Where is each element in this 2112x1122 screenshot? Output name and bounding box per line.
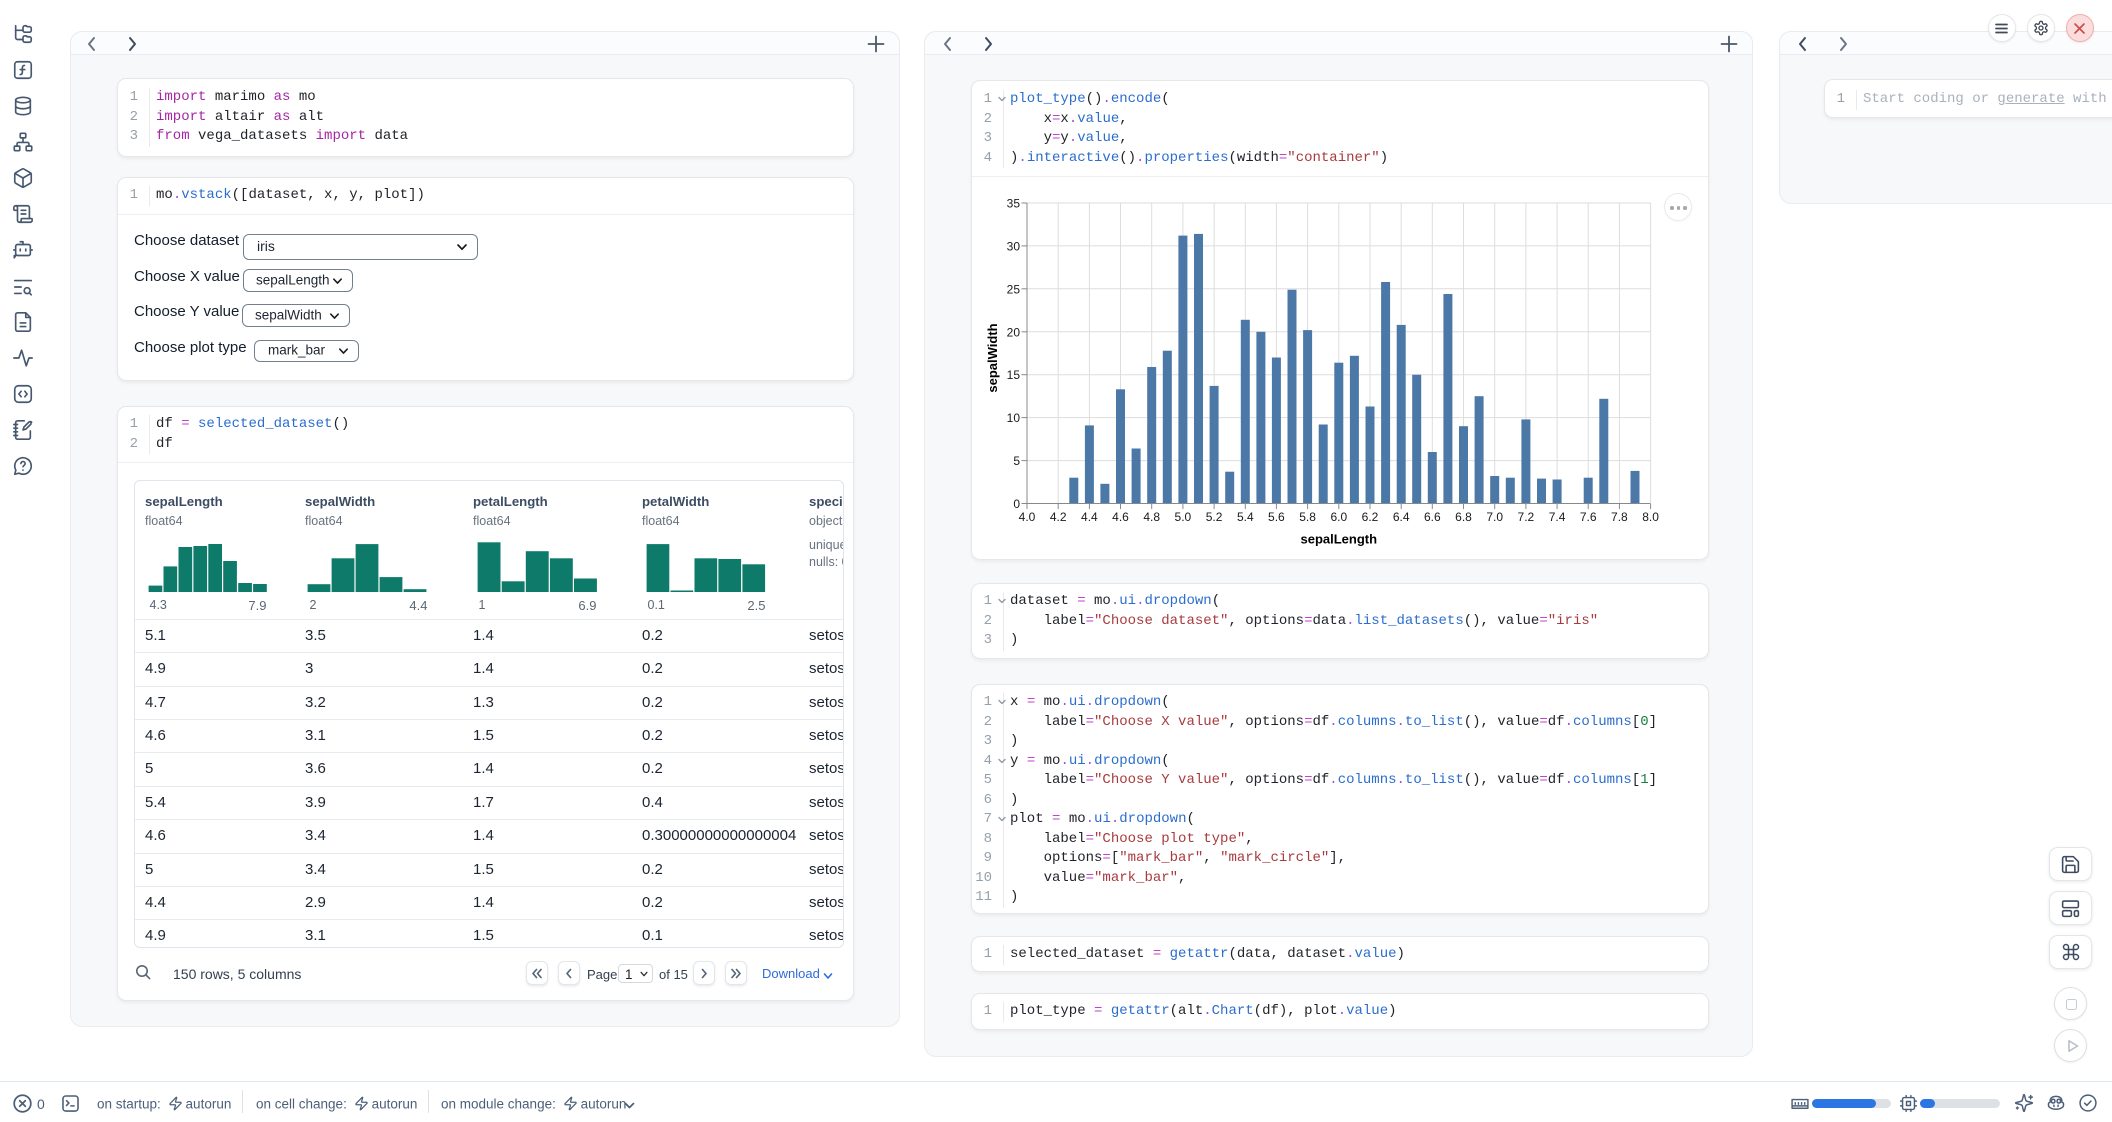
svg-text:7.2: 7.2 (1518, 510, 1535, 524)
svg-text:sepalLength: sepalLength (1301, 532, 1378, 547)
svg-text:30: 30 (1007, 239, 1021, 253)
svg-text:5: 5 (1013, 454, 1020, 468)
svg-text:5.6: 5.6 (1268, 510, 1285, 524)
svg-text:7.8: 7.8 (1611, 510, 1628, 524)
svg-text:6.8: 6.8 (1455, 510, 1472, 524)
svg-text:0: 0 (1013, 497, 1020, 511)
svg-text:5.2: 5.2 (1206, 510, 1223, 524)
svg-text:25: 25 (1007, 282, 1021, 296)
svg-text:6.4: 6.4 (1393, 510, 1410, 524)
svg-text:5.8: 5.8 (1299, 510, 1316, 524)
svg-text:5.4: 5.4 (1237, 510, 1254, 524)
svg-text:20: 20 (1007, 325, 1021, 339)
svg-text:7.0: 7.0 (1486, 510, 1503, 524)
svg-text:4.4: 4.4 (1081, 510, 1098, 524)
svg-text:6.2: 6.2 (1362, 510, 1379, 524)
svg-text:6.0: 6.0 (1330, 510, 1347, 524)
svg-text:35: 35 (1007, 197, 1021, 211)
svg-text:6.6: 6.6 (1424, 510, 1441, 524)
svg-text:10: 10 (1007, 411, 1021, 425)
svg-text:8.0: 8.0 (1642, 510, 1659, 524)
svg-text:15: 15 (1007, 368, 1021, 382)
svg-text:4.8: 4.8 (1143, 510, 1160, 524)
svg-text:7.6: 7.6 (1580, 510, 1597, 524)
svg-text:sepalWidth: sepalWidth (985, 323, 1000, 392)
svg-text:7.4: 7.4 (1549, 510, 1566, 524)
svg-text:4.6: 4.6 (1112, 510, 1129, 524)
svg-text:4.2: 4.2 (1050, 510, 1067, 524)
svg-text:5.0: 5.0 (1175, 510, 1192, 524)
svg-text:4.0: 4.0 (1019, 510, 1036, 524)
